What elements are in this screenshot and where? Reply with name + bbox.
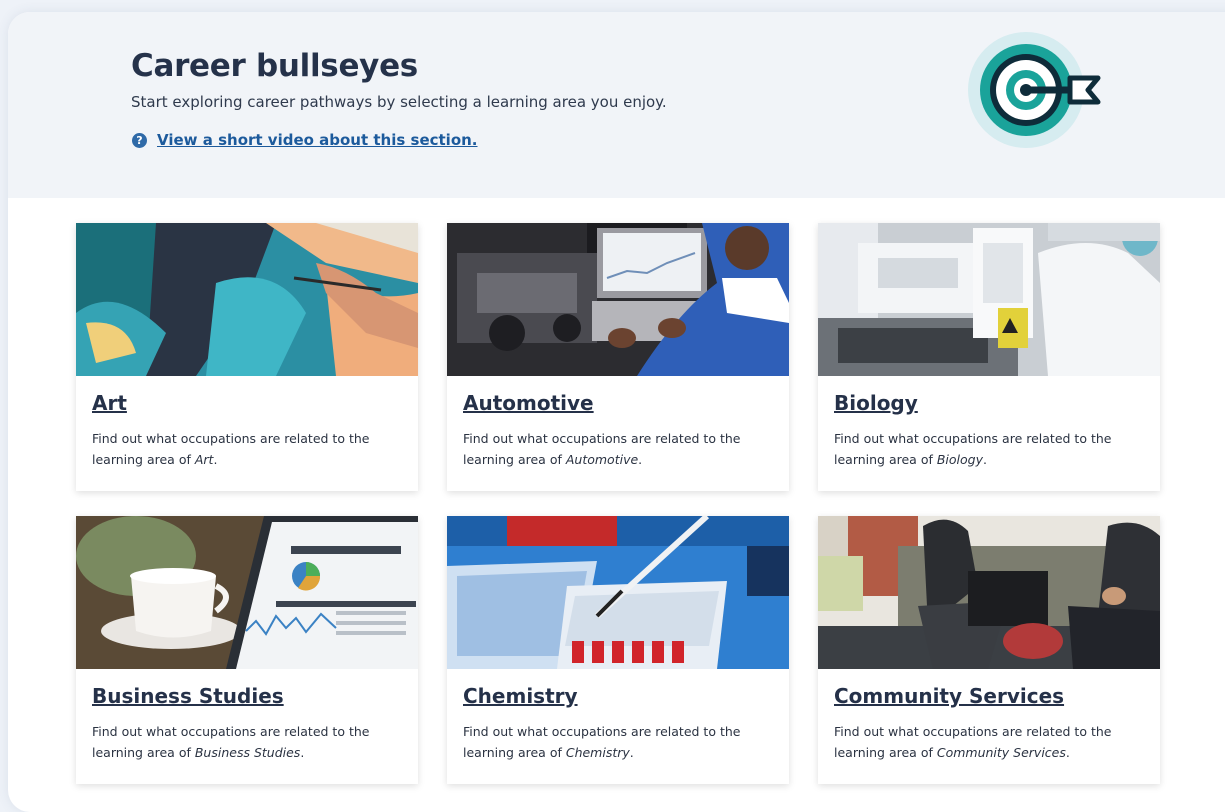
art-image: [76, 223, 418, 376]
card-title[interactable]: Biology: [834, 391, 918, 415]
video-help-link[interactable]: View a short video about this section.: [157, 131, 478, 149]
bullseye-target-icon: [966, 30, 1106, 150]
question-circle-icon: ?: [132, 132, 147, 148]
card-title[interactable]: Community Services: [834, 684, 1064, 708]
card-automotive[interactable]: Automotive Find out what occupations are…: [447, 223, 789, 491]
card-title[interactable]: Chemistry: [463, 684, 578, 708]
chemistry-image: [447, 516, 789, 669]
automotive-image: [447, 223, 789, 376]
card-description: Find out what occupations are related to…: [92, 431, 370, 467]
card-title[interactable]: Business Studies: [92, 684, 284, 708]
card-chemistry[interactable]: Chemistry Find out what occupations are …: [447, 516, 789, 784]
card-title[interactable]: Automotive: [463, 391, 594, 415]
card-description: Find out what occupations are related to…: [463, 724, 741, 760]
page-subtitle: Start exploring career pathways by selec…: [131, 93, 667, 111]
card-description: Find out what occupations are related to…: [463, 431, 741, 467]
card-description: Find out what occupations are related to…: [834, 724, 1112, 760]
card-biology[interactable]: Biology Find out what occupations are re…: [818, 223, 1160, 491]
card-title[interactable]: Art: [92, 391, 127, 415]
card-description: Find out what occupations are related to…: [92, 724, 370, 760]
card-community-services[interactable]: Community Services Find out what occupat…: [818, 516, 1160, 784]
hero-banner: Career bullseyes Start exploring career …: [8, 12, 1225, 198]
card-description: Find out what occupations are related to…: [834, 431, 1112, 467]
business-studies-image: [76, 516, 418, 669]
community-services-image: [818, 516, 1160, 669]
card-business-studies[interactable]: Business Studies Find out what occupatio…: [76, 516, 418, 784]
help-row: ? View a short video about this section.: [132, 131, 478, 149]
page-title: Career bullseyes: [131, 48, 418, 84]
biology-image: [818, 223, 1160, 376]
card-art[interactable]: Art Find out what occupations are relate…: [76, 223, 418, 491]
